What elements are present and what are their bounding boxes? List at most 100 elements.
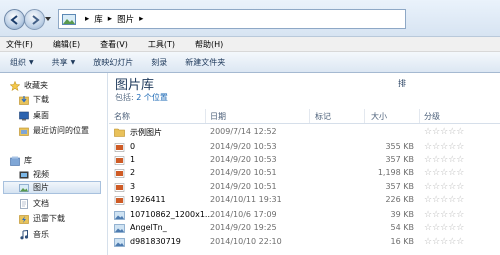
nav-item-documents[interactable]: 文档 [19, 197, 49, 210]
share-button[interactable]: 共享 ▼ [52, 57, 76, 68]
desktop-icon [19, 111, 29, 121]
rating-stars[interactable]: ☆☆☆☆☆ [424, 195, 464, 205]
menu-bar: 文件(F) 编辑(E) 查看(V) 工具(T) 帮助(H) [0, 37, 500, 52]
image-file-icon [114, 156, 125, 165]
rating-stars[interactable]: ☆☆☆☆☆ [424, 223, 464, 233]
breadcrumb-separator-icon[interactable]: ▸ [108, 14, 112, 24]
nav-desktop-label: 桌面 [33, 111, 49, 120]
nav-item-thunder-downloads[interactable]: 迅雷下载 [19, 212, 65, 225]
music-library-icon [19, 229, 29, 240]
file-row[interactable]: d981830719 2014/10/10 22:10 16 KB ☆☆☆☆☆ [110, 236, 500, 249]
organize-label: 组织 [10, 57, 26, 67]
file-date: 2014/10/11 19:31 [210, 195, 282, 204]
thunder-downloads-icon [19, 214, 29, 224]
address-bar[interactable]: ▸ 库 ▸ 图片 ▸ [58, 9, 395, 29]
file-name: 0 [130, 142, 136, 151]
column-tags[interactable]: 标记 [315, 111, 331, 122]
menu-edit[interactable]: 编辑(E) [53, 39, 80, 50]
breadcrumb-separator-icon[interactable]: ▸ [139, 14, 143, 24]
file-name: 2 [130, 168, 136, 177]
file-row[interactable]: 10710862_1200x1... 2014/10/6 17:09 39 KB ☆☆… [110, 209, 500, 222]
forward-button[interactable] [24, 9, 45, 30]
menu-view[interactable]: 查看(V) [100, 39, 128, 50]
image-file-icon [114, 143, 125, 152]
column-name[interactable]: 名称 [114, 111, 130, 122]
folder-icon [114, 128, 125, 137]
nav-favorites[interactable]: 收藏夹 [9, 79, 48, 92]
file-name: d981830719 [130, 237, 181, 246]
file-date: 2014/9/20 10:53 [210, 142, 277, 151]
address-dropdown-button[interactable] [393, 9, 406, 29]
file-row[interactable]: AngelTn_ 2014/9/20 19:25 54 KB ☆☆☆☆☆ [110, 222, 500, 235]
star-icon [9, 80, 21, 91]
burn-button[interactable]: 刻录 [151, 57, 167, 68]
file-size: 355 KB [385, 142, 414, 151]
column-size[interactable]: 大小 [371, 111, 387, 122]
breadcrumb-pictures[interactable]: 图片 [117, 13, 134, 25]
file-name: 3 [130, 182, 136, 191]
nav-pictures-label: 图片 [33, 183, 49, 192]
file-date: 2014/9/20 19:25 [210, 223, 277, 232]
downloads-folder-icon [19, 95, 29, 105]
new-folder-label: 新建文件夹 [185, 57, 226, 67]
image-file-icon [114, 183, 125, 192]
rating-stars[interactable]: ☆☆☆☆☆ [424, 210, 464, 220]
photo-file-icon [114, 211, 125, 220]
rating-stars[interactable]: ☆☆☆☆☆ [424, 182, 464, 192]
nav-documents-label: 文档 [33, 199, 49, 208]
arrange-by-label[interactable]: 排 [398, 78, 406, 89]
library-title: 图片库 [115, 78, 155, 93]
image-file-icon [114, 169, 125, 178]
documents-library-icon [19, 198, 29, 209]
file-row[interactable]: 示例图片 2009/7/14 12:52 ☆☆☆☆☆ [110, 126, 500, 139]
file-row[interactable]: 1 2014/9/20 10:53 357 KB ☆☆☆☆☆ [110, 154, 500, 167]
file-row[interactable]: 3 2014/9/20 10:51 357 KB ☆☆☆☆☆ [110, 181, 500, 194]
rating-stars[interactable]: ☆☆☆☆☆ [424, 142, 464, 152]
menu-file[interactable]: 文件(F) [6, 39, 33, 50]
locations-link[interactable]: 2 个位置 [136, 93, 168, 102]
new-folder-button[interactable]: 新建文件夹 [185, 57, 225, 68]
chevron-down-icon: ▼ [70, 58, 76, 66]
photo-file-icon [114, 238, 125, 247]
organize-button[interactable]: 组织 ▼ [10, 57, 34, 68]
nav-thunder-label: 迅雷下载 [33, 214, 65, 223]
column-rating[interactable]: 分级 [424, 111, 440, 122]
nav-libraries[interactable]: 库 [10, 154, 32, 167]
nav-item-recent[interactable]: 最近访问的位置 [19, 124, 89, 137]
file-name: 1926411 [130, 195, 166, 204]
nav-item-videos[interactable]: 视频 [19, 168, 49, 181]
nav-downloads-label: 下载 [33, 95, 49, 104]
slideshow-button[interactable]: 放映幻灯片 [93, 57, 133, 68]
file-row[interactable]: 2 2014/9/20 10:51 1,198 KB ☆☆☆☆☆ [110, 167, 500, 180]
menu-tools[interactable]: 工具(T) [148, 39, 175, 50]
address-area: ▸ 库 ▸ 图片 ▸ [0, 0, 500, 37]
nav-item-downloads[interactable]: 下载 [19, 93, 49, 106]
nav-videos-label: 视频 [33, 170, 49, 179]
column-date[interactable]: 日期 [210, 111, 226, 122]
pictures-library-icon [19, 183, 29, 193]
file-size: 16 KB [390, 237, 414, 246]
arrow-right-icon [31, 14, 40, 25]
nav-item-pictures[interactable]: 图片 [3, 181, 101, 194]
library-includes: 包括: 2 个位置 [115, 92, 168, 103]
file-name: 示例图片 [130, 128, 162, 137]
nav-item-desktop[interactable]: 桌面 [19, 109, 49, 122]
nav-item-music[interactable]: 音乐 [19, 228, 49, 241]
rating-stars[interactable]: ☆☆☆☆☆ [424, 127, 464, 137]
file-date: 2009/7/14 12:52 [210, 127, 277, 136]
rating-stars[interactable]: ☆☆☆☆☆ [424, 237, 464, 247]
file-name: AngelTn_ [130, 223, 167, 232]
nav-music-label: 音乐 [33, 230, 49, 239]
nav-recent-label: 最近访问的位置 [33, 126, 89, 135]
file-date: 2014/9/20 10:51 [210, 182, 277, 191]
file-row[interactable]: 1926411 2014/10/11 19:31 226 KB ☆☆☆☆☆ [110, 194, 500, 207]
file-size: 226 KB [385, 195, 414, 204]
breadcrumb-library[interactable]: 库 [94, 13, 103, 25]
history-dropdown-icon[interactable] [44, 15, 52, 23]
menu-help[interactable]: 帮助(H) [195, 39, 223, 50]
breadcrumb-separator-icon[interactable]: ▸ [85, 14, 89, 24]
rating-stars[interactable]: ☆☆☆☆☆ [424, 155, 464, 165]
rating-stars[interactable]: ☆☆☆☆☆ [424, 168, 464, 178]
file-row[interactable]: 0 2014/9/20 10:53 355 KB ☆☆☆☆☆ [110, 141, 500, 154]
back-button[interactable] [4, 9, 25, 30]
